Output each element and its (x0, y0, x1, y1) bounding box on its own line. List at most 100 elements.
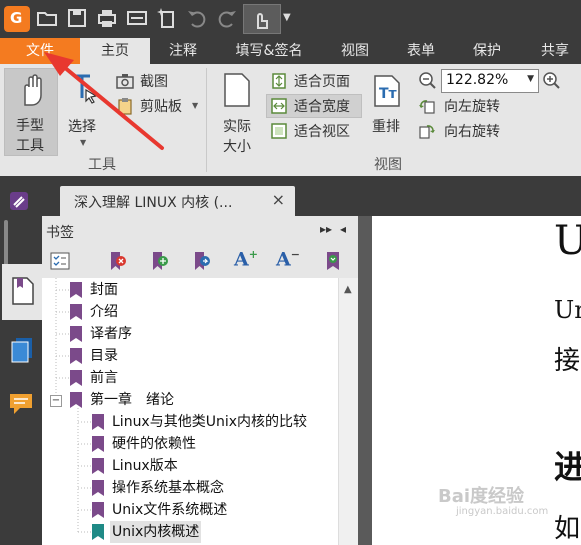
expand-panel-icon[interactable]: ▸▸ (320, 222, 332, 236)
close-tab-icon[interactable]: × (272, 190, 285, 209)
zoom-in-icon[interactable] (542, 71, 560, 89)
actual-size-label-2: 大小 (223, 139, 251, 155)
bookmark-expand-icon[interactable] (324, 250, 344, 272)
rotate-right-button[interactable]: 向右旋转 (444, 121, 500, 141)
increase-font-icon[interactable]: A+ (234, 248, 258, 270)
hand-icon (24, 74, 42, 106)
quick-access-toolbar: G ▼ (0, 0, 581, 38)
new-icon[interactable] (156, 7, 178, 29)
tab-share[interactable]: 共享 (530, 38, 580, 64)
watermark-url: jingyan.baidu.com (456, 506, 549, 517)
bookmark-icon (92, 436, 104, 452)
fit-visible-button[interactable]: 适合视区 (294, 121, 350, 141)
rotate-left-icon (419, 100, 435, 114)
properties-icon[interactable] (126, 7, 148, 29)
page-text-line: 如 (554, 514, 581, 544)
hand-tool-label-2: 工具 (16, 138, 44, 154)
rotate-right-icon (419, 125, 435, 139)
page-gutter (358, 216, 372, 545)
tab-fill-sign[interactable]: 填写&签名 (226, 38, 312, 64)
bookmark-icon (70, 370, 82, 386)
page-text-line: 接 (554, 346, 581, 376)
fit-width-button[interactable]: 适合宽度 (294, 96, 350, 116)
zoom-dropdown-icon[interactable]: ▼ (527, 74, 534, 84)
fit-page-button[interactable]: 适合页面 (294, 71, 350, 91)
actual-size-button[interactable]: 实际 大小 (216, 68, 260, 155)
reflow-button[interactable]: Tт 重排 (366, 68, 410, 154)
add-bookmark-icon[interactable] (150, 250, 170, 272)
reflow-label: 重排 (372, 119, 400, 135)
bookmark-icon (70, 304, 82, 320)
tab-protect[interactable]: 保护 (462, 38, 512, 64)
page-subheading: 进 (554, 448, 581, 486)
document-tab-bar: 深入理解 LINUX 内核 (... × (0, 176, 581, 216)
select-tool-button[interactable]: 选择 ▼ (64, 68, 106, 154)
fit-width-icon (271, 98, 287, 114)
bookmark-panel-title: 书签 (46, 225, 74, 241)
watermark: Bai度经验 (438, 486, 525, 507)
tab-annotate[interactable]: 注释 (158, 38, 208, 64)
delete-bookmark-icon[interactable] (108, 250, 128, 272)
group-separator (206, 68, 207, 172)
zoom-level-field[interactable]: 122.82% ▼ (441, 69, 539, 93)
collapse-toggle[interactable]: − (50, 395, 62, 407)
print-icon[interactable] (96, 7, 118, 29)
app-logo-icon[interactable]: G (4, 6, 30, 32)
select-label: 选择 (68, 119, 96, 135)
clipboard-icon (118, 98, 132, 115)
zoom-value: 122.82% (446, 72, 509, 88)
hand-touch-icon (257, 13, 268, 29)
bookmark-icon (92, 480, 104, 496)
undo-icon[interactable] (186, 7, 208, 29)
scroll-up-icon[interactable]: ▲ (344, 284, 352, 295)
reflow-icon: Tт (374, 75, 400, 107)
redo-icon[interactable] (216, 7, 238, 29)
rotate-left-button[interactable]: 向左旋转 (444, 96, 500, 116)
comments-panel-icon[interactable] (8, 392, 36, 418)
clipboard-button[interactable]: 剪贴板 (140, 96, 182, 116)
customize-dropdown-icon[interactable]: ▼ (283, 12, 291, 23)
camera-icon (116, 74, 134, 89)
hand-tool-label-1: 手型 (16, 118, 44, 134)
svg-text:Tт: Tт (379, 86, 398, 102)
tab-home[interactable]: 主页 (80, 38, 150, 64)
screenshot-button[interactable]: 截图 (140, 71, 168, 91)
select-dropdown-icon: ▼ (80, 138, 87, 147)
bookmark-toolbar: A+ A− (42, 246, 358, 278)
fit-page-icon (272, 73, 286, 89)
tab-file[interactable]: 文件 (0, 38, 80, 64)
zoom-out-icon[interactable] (418, 71, 436, 89)
view-group-label: 视图 (374, 157, 402, 173)
decrease-font-icon[interactable]: A− (276, 248, 300, 270)
hand-tool-button[interactable]: 手型 工具 (4, 68, 58, 156)
open-folder-icon[interactable] (36, 7, 58, 29)
pages-panel-icon[interactable] (10, 336, 36, 364)
strip-scroll-handle[interactable] (4, 220, 8, 270)
bookmark-icon (92, 414, 104, 430)
bookmark-page-icon (12, 277, 34, 305)
bookmark-icon (70, 392, 82, 408)
save-icon[interactable] (66, 7, 88, 29)
page-text-line: Un (554, 296, 581, 324)
tab-form[interactable]: 表单 (396, 38, 446, 64)
bookmarks-panel-button[interactable] (2, 264, 42, 320)
bookmark-tree: − 封面 介绍 译者序 目录 前言 第一章 绪论 Linux与其他类Unix内核… (42, 278, 338, 545)
bookmark-icon (70, 282, 82, 298)
actual-size-icon (224, 73, 250, 107)
ribbon: 手型 工具 选择 ▼ 截图 剪贴板 ▼ 工具 实际 大小 适合页面 适合宽度 适… (0, 64, 581, 177)
bookmark-goto-icon[interactable] (192, 250, 212, 272)
hand-touch-button[interactable] (243, 4, 281, 34)
ribbon-tab-row: 文件 主页 注释 填写&签名 视图 表单 保护 共享 (0, 38, 581, 64)
clipboard-dropdown-icon[interactable]: ▼ (192, 101, 198, 110)
bookmark-scrollbar[interactable]: ▲ (338, 278, 359, 545)
bookmark-icon (92, 502, 104, 518)
bookmark-icon (70, 326, 82, 342)
select-text-icon (74, 74, 98, 104)
bookmark-options-icon[interactable] (50, 252, 70, 270)
document-app-icon (10, 192, 28, 210)
page-heading: U (554, 218, 581, 264)
document-tab[interactable]: 深入理解 LINUX 内核 (... × (60, 186, 295, 216)
collapse-panel-icon[interactable]: ◂ (340, 222, 346, 236)
bookmark-icon (92, 458, 104, 474)
tab-view[interactable]: 视图 (330, 38, 380, 64)
